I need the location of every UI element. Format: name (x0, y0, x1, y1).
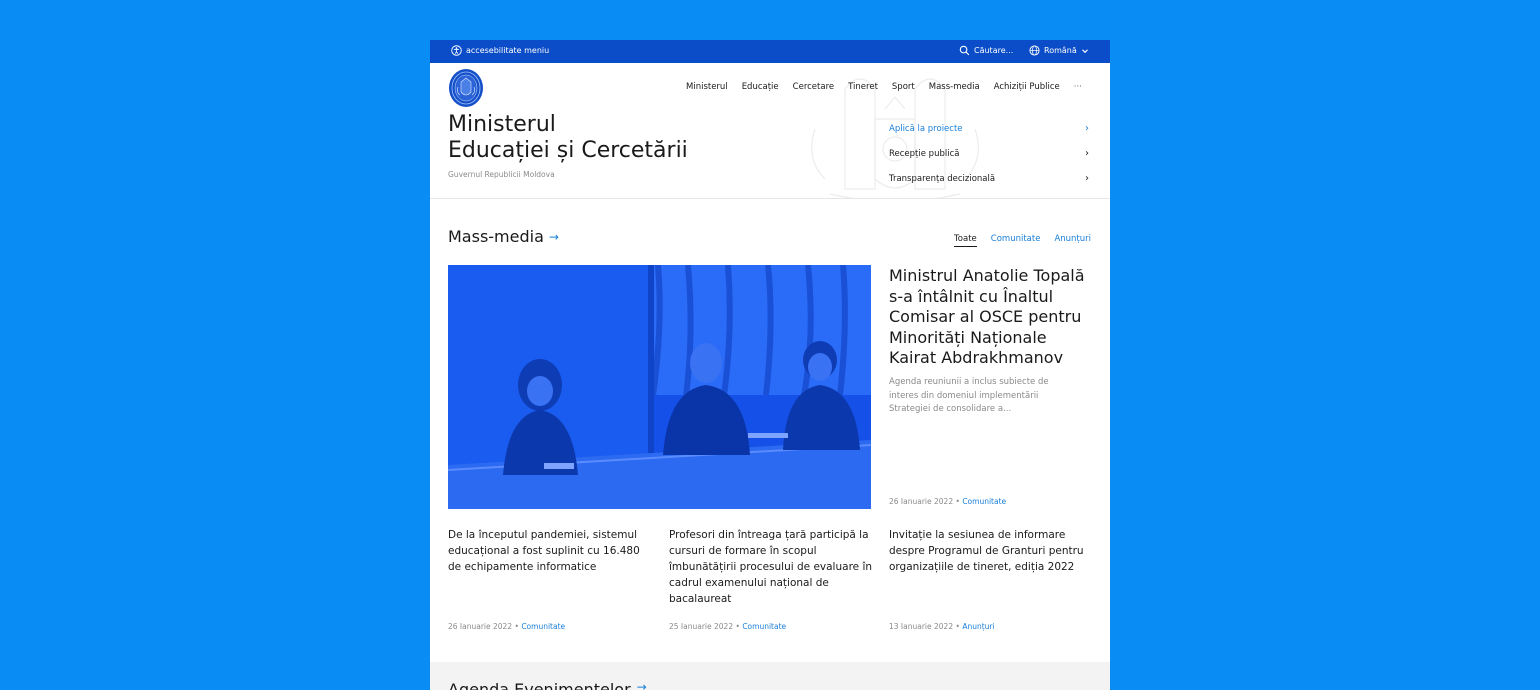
chevron-right-icon: › (1085, 173, 1089, 184)
page: accesebilitate meniu Căutare... Română M… (430, 40, 1110, 690)
main-nav: Ministerul Educație Cercetare Tineret Sp… (686, 82, 1082, 92)
news-category[interactable]: Comunitate (742, 622, 786, 631)
filter-comunitate[interactable]: Comunitate (991, 234, 1041, 247)
news-card-title[interactable]: Invitație la sesiunea de informare despr… (889, 527, 1094, 575)
quick-link-transparenta[interactable]: Transparența decizională › (889, 166, 1089, 191)
search-button[interactable]: Căutare... (959, 45, 1013, 56)
nav-item-educatie[interactable]: Educație (742, 82, 779, 92)
quick-links: Aplică la proiecte › Recepție publică › … (889, 116, 1089, 191)
news-card[interactable]: Profesori din întreaga țară participă la… (669, 527, 874, 631)
page-title: Ministerul Educației și Cercetării (448, 112, 688, 164)
media-filters: Toate Comunitate Anunțuri (954, 234, 1091, 247)
news-card-meta: 25 Ianuarie 2022 • Comunitate (669, 622, 786, 631)
nav-item-cercetare[interactable]: Cercetare (793, 82, 834, 92)
mass-media-heading[interactable]: Mass-media → (448, 227, 559, 246)
nav-item-achizitii-publice[interactable]: Achiziții Publice (994, 82, 1060, 92)
language-label: Română (1044, 46, 1077, 55)
top-bar: accesebilitate meniu Căutare... Română (430, 40, 1110, 63)
agenda-title: Agenda Evenimentelor (448, 680, 631, 690)
quick-link-label: Aplică la proiecte (889, 123, 963, 134)
agenda-section: Agenda Evenimentelor → (430, 662, 1110, 690)
news-card[interactable]: Invitație la sesiunea de informare despr… (889, 527, 1094, 631)
quick-link-label: Transparența decizională (889, 173, 996, 184)
chevron-right-icon: › (1085, 148, 1089, 159)
page-subtitle: Guvernul Republicii Moldova (448, 170, 555, 179)
meta-separator: • (735, 622, 740, 631)
news-card[interactable]: De la începutul pandemiei, sistemul educ… (448, 527, 653, 631)
coat-of-arms-logo[interactable] (448, 68, 484, 108)
meta-separator: • (514, 622, 519, 631)
quick-link-aplica[interactable]: Aplică la proiecte › (889, 116, 1089, 141)
nav-item-sport[interactable]: Sport (892, 82, 915, 92)
featured-news-title[interactable]: Ministrul Anatolie Topală s-a întâlnit c… (889, 266, 1094, 369)
nav-item-ministerul[interactable]: Ministerul (686, 82, 728, 92)
site-header: Ministerul Educației și Cercetării Guver… (430, 63, 1110, 199)
news-date: 13 Ianuarie 2022 (889, 622, 954, 631)
search-label: Căutare... (974, 46, 1014, 55)
nav-item-mass-media[interactable]: Mass-media (929, 82, 980, 92)
filter-anunturi[interactable]: Anunțuri (1054, 234, 1091, 247)
chevron-down-icon (1081, 47, 1089, 55)
globe-icon (1029, 45, 1040, 56)
news-card-title[interactable]: De la începutul pandemiei, sistemul educ… (448, 527, 653, 575)
title-line-2: Educației și Cercetării (448, 138, 688, 163)
accessibility-label: accesebilitate meniu (466, 46, 550, 55)
news-category[interactable]: Comunitate (962, 497, 1006, 506)
nav-more-button[interactable]: ··· (1074, 82, 1082, 92)
filter-toate[interactable]: Toate (954, 234, 977, 247)
chevron-right-icon: › (1085, 123, 1089, 134)
arrow-right-icon: → (548, 229, 559, 244)
title-line-1: Ministerul (448, 112, 556, 137)
news-card-title[interactable]: Profesori din întreaga țară participă la… (669, 527, 874, 607)
featured-news-image[interactable] (448, 265, 871, 509)
news-date: 26 Ianuarie 2022 (889, 497, 954, 506)
news-category[interactable]: Comunitate (521, 622, 565, 631)
quick-link-receptie[interactable]: Recepție publică › (889, 141, 1089, 166)
accessibility-icon (451, 45, 462, 56)
news-date: 25 Ianuarie 2022 (669, 622, 734, 631)
agenda-heading[interactable]: Agenda Evenimentelor → (448, 680, 647, 690)
arrow-right-icon: → (636, 680, 647, 690)
language-selector[interactable]: Română (1029, 45, 1089, 56)
search-icon (959, 45, 970, 56)
news-category[interactable]: Anunțuri (962, 622, 994, 631)
accessibility-menu-button[interactable]: accesebilitate meniu (451, 45, 549, 56)
quick-link-label: Recepție publică (889, 148, 960, 159)
section-title: Mass-media (448, 227, 544, 246)
news-card-meta: 26 Ianuarie 2022 • Comunitate (448, 622, 565, 631)
featured-news-description: Agenda reuniunii a inclus subiecte de in… (889, 377, 1049, 414)
meta-separator: • (955, 622, 960, 631)
news-card-meta: 13 Ianuarie 2022 • Anunțuri (889, 622, 995, 631)
featured-news-meta: 26 Ianuarie 2022 • Comunitate (889, 497, 1006, 506)
meta-separator: • (955, 497, 960, 506)
nav-item-tineret[interactable]: Tineret (848, 82, 878, 92)
news-date: 26 Ianuarie 2022 (448, 622, 513, 631)
